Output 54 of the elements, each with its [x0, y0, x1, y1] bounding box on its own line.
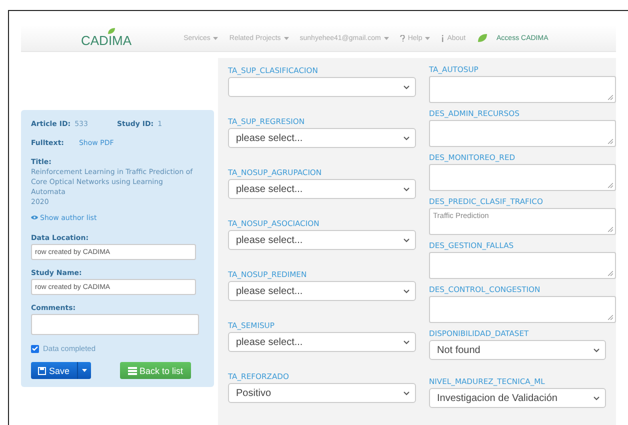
resize-grip-icon	[608, 227, 613, 232]
floppy-icon	[38, 366, 46, 374]
chevron-down-icon	[403, 390, 410, 396]
question-icon	[400, 34, 405, 42]
select-value: Positivo	[236, 388, 272, 398]
select-field[interactable]: please select...	[228, 281, 416, 301]
select-value: please select...	[236, 234, 303, 246]
text-area[interactable]	[429, 252, 616, 279]
resize-grip-icon	[608, 139, 613, 144]
select-field[interactable]: please select...	[228, 332, 416, 352]
chevron-down-icon	[403, 340, 410, 344]
leaf-icon	[108, 28, 115, 34]
resize-grip-icon	[608, 183, 613, 188]
chevron-down-icon	[403, 238, 410, 242]
text-area[interactable]	[429, 296, 616, 323]
select-field[interactable]: Investigacion de Validación	[429, 388, 606, 408]
caret-icon	[213, 36, 218, 40]
select-field[interactable]: please select...	[228, 230, 416, 250]
list-icon	[128, 366, 137, 374]
checkbox[interactable]	[31, 344, 39, 352]
select-value: please select...	[236, 336, 303, 348]
select-value: Not found	[437, 344, 480, 356]
chevron-down-icon	[403, 84, 410, 90]
select-value: please select...	[236, 184, 303, 194]
resize-grip-icon	[608, 95, 613, 100]
dropdown-toggle[interactable]	[76, 362, 91, 379]
select-field[interactable]: please select...	[228, 179, 416, 199]
select-field[interactable]: please select...	[228, 128, 416, 148]
caret-icon	[425, 36, 430, 40]
info-icon	[441, 34, 444, 42]
text-area[interactable]	[429, 120, 616, 147]
chevron-down-icon	[593, 348, 600, 352]
text-area[interactable]	[429, 164, 616, 191]
chevron-down-icon	[403, 186, 410, 192]
select-value: Investigacion de Validación	[437, 392, 558, 404]
chevron-down-icon	[593, 396, 600, 400]
select-value: please select...	[236, 286, 303, 296]
text-area[interactable]	[429, 76, 616, 103]
select-value: please select...	[236, 132, 303, 144]
select-field[interactable]: Positivo	[228, 383, 416, 403]
select-field[interactable]	[228, 77, 416, 97]
leaf-icon	[476, 33, 488, 43]
caret-icon	[82, 369, 87, 372]
eye-icon	[31, 215, 38, 220]
select-field[interactable]: Not found	[429, 340, 606, 360]
resize-grip-icon	[608, 315, 613, 320]
chevron-down-icon	[403, 136, 410, 140]
brand-logo[interactable]: CADIMA	[81, 28, 132, 48]
resize-grip-icon	[608, 271, 613, 276]
save-button[interactable]: Save	[31, 362, 77, 379]
caret-icon	[384, 36, 389, 40]
comments-field[interactable]	[31, 314, 199, 335]
chevron-down-icon	[403, 288, 410, 294]
caret-icon	[284, 36, 289, 40]
